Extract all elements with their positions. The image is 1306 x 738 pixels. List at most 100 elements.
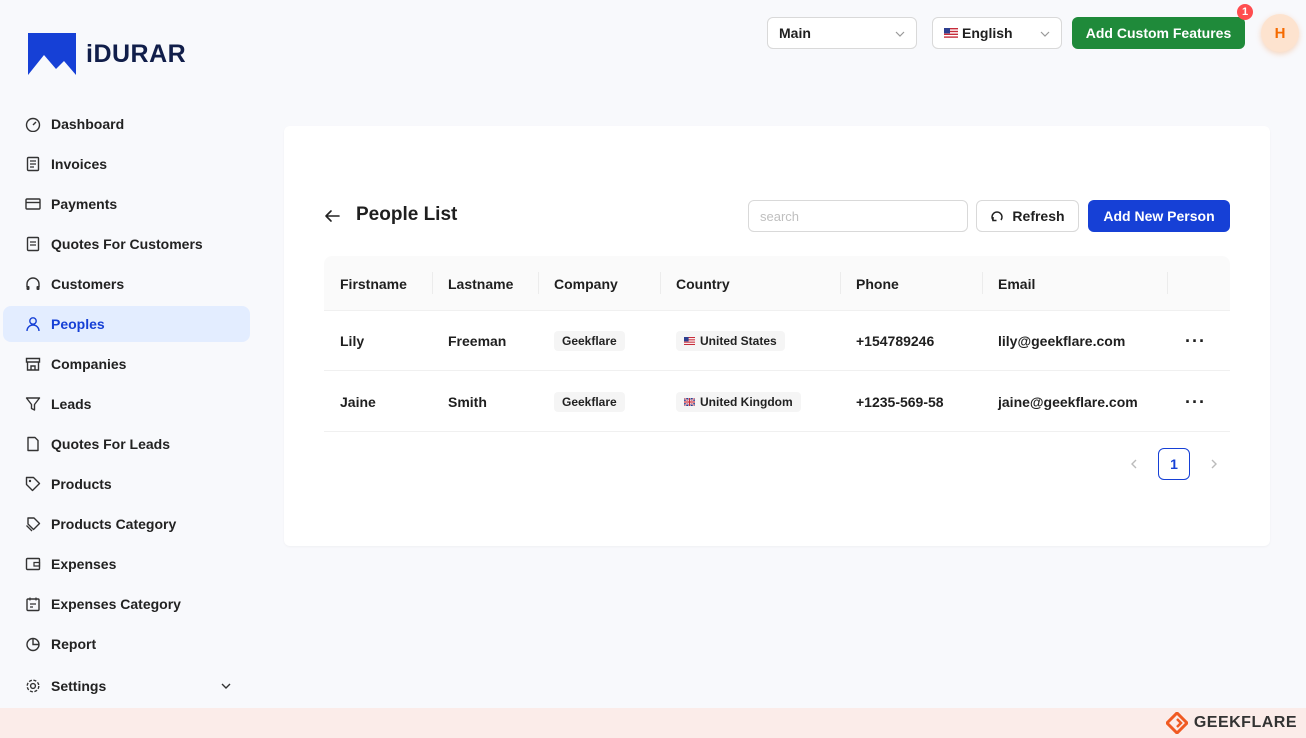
sidebar-item-label: Quotes For Leads bbox=[51, 436, 171, 452]
dashboard-icon bbox=[25, 116, 41, 132]
sidebar-item-leads[interactable]: Leads bbox=[3, 386, 250, 422]
chevron-down-icon bbox=[221, 683, 231, 689]
cell-email: jaine@geekflare.com bbox=[998, 394, 1138, 410]
sidebar-item-invoices[interactable]: Invoices bbox=[3, 146, 250, 182]
cell-phone: +154789246 bbox=[856, 333, 935, 349]
cell-lastname: Freeman bbox=[448, 333, 507, 349]
column-header-email[interactable]: Email bbox=[998, 256, 1035, 311]
file-icon bbox=[25, 436, 41, 452]
refresh-button[interactable]: Refresh bbox=[976, 200, 1079, 232]
pie-chart-icon bbox=[25, 636, 41, 652]
pagination-prev-icon[interactable] bbox=[1127, 457, 1141, 471]
sidebar-item-label: Companies bbox=[51, 356, 127, 372]
sidebar-item-peoples[interactable]: Peoples bbox=[3, 306, 250, 342]
column-header-country[interactable]: Country bbox=[676, 256, 730, 311]
add-new-person-button[interactable]: Add New Person bbox=[1088, 200, 1230, 232]
sidebar-item-label: Customers bbox=[51, 276, 125, 292]
cell-company: Geekflare bbox=[554, 372, 625, 432]
more-actions-icon[interactable]: ··· bbox=[1185, 311, 1206, 371]
headphones-icon bbox=[25, 276, 41, 292]
sidebar-item-settings[interactable]: Settings bbox=[3, 668, 250, 704]
cell-country: United Kingdom bbox=[676, 372, 801, 432]
cell-country: United States bbox=[676, 311, 785, 371]
column-header-firstname[interactable]: Firstname bbox=[340, 256, 407, 311]
chevron-down-icon bbox=[895, 31, 905, 37]
column-divider bbox=[1167, 272, 1168, 294]
sidebar-item-expenses[interactable]: Expenses bbox=[3, 546, 250, 582]
pagination-next-icon[interactable] bbox=[1207, 457, 1221, 471]
tags-icon bbox=[25, 516, 41, 532]
company-tag: Geekflare bbox=[554, 392, 625, 412]
cell-phone: +1235-569-58 bbox=[856, 394, 944, 410]
sidebar-item-label: Leads bbox=[51, 396, 92, 412]
sidebar-item-quotes-for-leads[interactable]: Quotes For Leads bbox=[3, 426, 250, 462]
credit-card-icon bbox=[25, 196, 41, 212]
branch-select[interactable]: Main bbox=[767, 17, 917, 49]
watermark-text: GEEKFLARE bbox=[1193, 714, 1297, 731]
sidebar-item-products-category[interactable]: Products Category bbox=[3, 506, 250, 542]
sidebar-item-label: Quotes For Customers bbox=[51, 236, 203, 252]
column-header-lastname[interactable]: Lastname bbox=[448, 256, 513, 311]
tag-icon bbox=[25, 476, 41, 492]
sidebar-item-customers[interactable]: Customers bbox=[3, 266, 250, 302]
language-select[interactable]: English bbox=[932, 17, 1062, 49]
sidebar-item-label: Invoices bbox=[51, 156, 108, 172]
table-row[interactable]: Jaine Smith Geekflare United Kingdom +12… bbox=[324, 372, 1230, 432]
brand-logo[interactable]: iDURAR bbox=[28, 33, 186, 75]
footer-bar: GEEKFLARE bbox=[0, 708, 1306, 738]
column-header-phone[interactable]: Phone bbox=[856, 256, 899, 311]
country-tag: United States bbox=[676, 331, 785, 351]
column-divider bbox=[538, 272, 539, 294]
sidebar-item-report[interactable]: Report bbox=[3, 626, 250, 662]
brand-name: iDURAR bbox=[86, 39, 187, 68]
geekflare-logo-icon bbox=[1165, 712, 1188, 734]
sidebar-item-label: Products bbox=[51, 476, 112, 492]
sidebar-item-label: Report bbox=[51, 636, 97, 652]
table-header: Firstname Lastname Company Country Phone… bbox=[324, 256, 1230, 311]
sidebar-item-label: Peoples bbox=[51, 316, 105, 332]
column-header-company[interactable]: Company bbox=[554, 256, 618, 311]
us-flag-icon bbox=[684, 337, 695, 345]
sidebar-item-dashboard[interactable]: Dashboard bbox=[3, 106, 250, 142]
more-actions-icon[interactable]: ··· bbox=[1185, 372, 1206, 432]
language-select-value: English bbox=[962, 25, 1013, 41]
sidebar-item-label: Expenses Category bbox=[51, 596, 181, 612]
add-custom-features-button[interactable]: Add Custom Features bbox=[1072, 17, 1245, 49]
cell-firstname: Lily bbox=[340, 333, 365, 349]
country-name: United Kingdom bbox=[700, 395, 793, 409]
invoice-icon bbox=[25, 156, 41, 172]
sidebar-item-companies[interactable]: Companies bbox=[3, 346, 250, 382]
table-row[interactable]: Lily Freeman Geekflare United States +15… bbox=[324, 311, 1230, 371]
company-tag: Geekflare bbox=[554, 331, 625, 351]
sidebar-item-label: Products Category bbox=[51, 516, 177, 532]
country-name: United States bbox=[700, 334, 777, 348]
column-divider bbox=[432, 272, 433, 294]
sidebar: iDURAR Dashboard Invoices Payments Quote… bbox=[0, 0, 256, 708]
branch-select-value: Main bbox=[779, 25, 811, 41]
sidebar-item-label: Expenses bbox=[51, 556, 117, 572]
sidebar-item-payments[interactable]: Payments bbox=[3, 186, 250, 222]
cell-lastname: Smith bbox=[448, 394, 487, 410]
search-input[interactable] bbox=[748, 200, 968, 232]
pagination-page-1[interactable]: 1 bbox=[1158, 448, 1190, 480]
us-flag-icon bbox=[944, 28, 958, 38]
sidebar-item-products[interactable]: Products bbox=[3, 466, 250, 502]
avatar[interactable]: H bbox=[1261, 14, 1299, 52]
settings-icon bbox=[25, 678, 41, 694]
reconciliation-icon bbox=[25, 596, 41, 612]
column-divider bbox=[982, 272, 983, 294]
sidebar-item-label: Payments bbox=[51, 196, 118, 212]
country-tag: United Kingdom bbox=[676, 392, 801, 412]
cell-company: Geekflare bbox=[554, 311, 625, 371]
arrow-left-icon[interactable] bbox=[323, 207, 341, 225]
sidebar-item-label: Settings bbox=[51, 678, 107, 694]
file-sync-icon bbox=[25, 236, 41, 252]
sidebar-item-expenses-category[interactable]: Expenses Category bbox=[3, 586, 250, 622]
redo-icon bbox=[991, 211, 1004, 222]
filter-icon bbox=[25, 396, 41, 412]
sidebar-item-quotes-for-customers[interactable]: Quotes For Customers bbox=[3, 226, 250, 262]
uk-flag-icon bbox=[684, 398, 695, 406]
column-divider bbox=[660, 272, 661, 294]
geekflare-watermark: GEEKFLARE bbox=[1165, 712, 1297, 734]
shop-icon bbox=[25, 356, 41, 372]
